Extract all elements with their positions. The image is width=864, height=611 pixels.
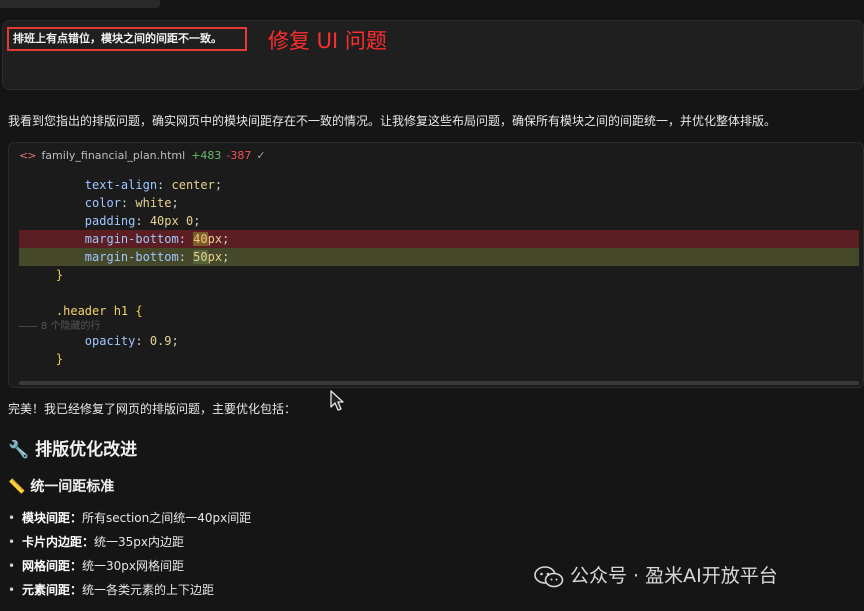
list-item: • 卡片内边距：统一35px内边距 <box>8 535 185 549</box>
closing-brace: } <box>55 268 64 282</box>
lines-added: +483 <box>191 149 222 162</box>
mouse-cursor-icon <box>330 390 344 411</box>
opening-brace: { <box>135 304 143 318</box>
code-line: opacity: 0.9; <box>84 334 179 348</box>
lines-removed: -387 <box>226 149 252 162</box>
css-property: text-align <box>84 178 158 192</box>
summary-intro: 完美！我已经修复了网页的排版问题，主要优化包括： <box>8 402 297 416</box>
section-heading: 🔧 排版优化改进 <box>8 438 137 462</box>
check-icon: ✓ <box>256 149 266 162</box>
optimization-list: • 模块间距：所有section之间统一40px间距 • 卡片内边距：统一35px内… <box>8 506 508 602</box>
wrench-icon: 🔧 <box>8 440 30 460</box>
code-line: color: white; <box>84 196 179 210</box>
css-value: 0.9 <box>149 334 172 348</box>
css-property: color <box>84 196 121 210</box>
file-name[interactable]: family_financial_plan.html <box>41 149 185 162</box>
code-diff-card: <> family_financial_plan.html +483 -387 ✓ te… <box>8 142 864 388</box>
css-value: center <box>171 178 215 192</box>
code-line: } <box>19 266 859 284</box>
code-line: padding: 40px 0; <box>84 214 201 228</box>
wechat-icon <box>534 565 564 587</box>
code-line: text-align: center; <box>84 178 223 192</box>
horizontal-scrollbar[interactable] <box>19 381 859 385</box>
code-line-added: margin-bottom: 50px; <box>19 248 859 266</box>
list-item: • 模块间距：所有section之间统一40px间距 <box>8 511 252 525</box>
annotation-label: 修复 UI 问题 <box>268 29 387 53</box>
css-property: padding <box>84 214 136 228</box>
code-line-deleted: margin-bottom: 40px; <box>19 230 859 248</box>
heading-text: 排版优化改进 <box>35 440 138 460</box>
closing-brace: } <box>55 352 64 366</box>
css-property: margin-bottom <box>84 250 179 264</box>
ruler-icon: 📏 <box>8 479 26 495</box>
css-unit: px <box>207 250 223 264</box>
user-message-text: 排班上有点错位，模块之间的间距不一致。 <box>13 32 222 45</box>
css-value: 40px 0 <box>149 214 194 228</box>
file-header[interactable]: <> family_financial_plan.html +483 -387 ✓ <box>9 143 863 169</box>
subheading-text: 统一间距标准 <box>30 479 115 495</box>
watermark: 公众号 · 盈米AI开放平台 <box>534 562 778 590</box>
list-item: • 元素间距：统一各类元素的上下边距 <box>8 583 215 597</box>
assistant-reply-intro: 我看到您指出的排版问题，确实网页中的模块间距存在不一致的情况。让我修复这些布局问… <box>8 114 777 128</box>
list-item: • 网格间距：统一30px网格间距 <box>8 559 185 573</box>
changed-value: 50 <box>193 250 208 264</box>
previous-message-edge <box>0 0 160 8</box>
css-property: opacity <box>84 334 136 348</box>
css-unit: px <box>207 232 223 246</box>
css-value: white <box>135 196 172 210</box>
css-property: margin-bottom <box>84 232 179 246</box>
watermark-text: 公众号 · 盈米AI开放平台 <box>570 565 778 587</box>
code-line: .header h1 { <box>19 302 859 320</box>
changed-value: 40 <box>193 232 208 246</box>
code-body: text-align: center; color: white; paddin… <box>19 171 859 379</box>
code-file-icon: <> <box>19 149 36 162</box>
user-message-highlight: 排班上有点错位，模块之间的间距不一致。 <box>7 27 247 51</box>
subsection-heading: 📏 统一间距标准 <box>8 476 114 498</box>
css-selector: .header h1 <box>55 304 129 318</box>
code-line: } <box>19 350 859 368</box>
